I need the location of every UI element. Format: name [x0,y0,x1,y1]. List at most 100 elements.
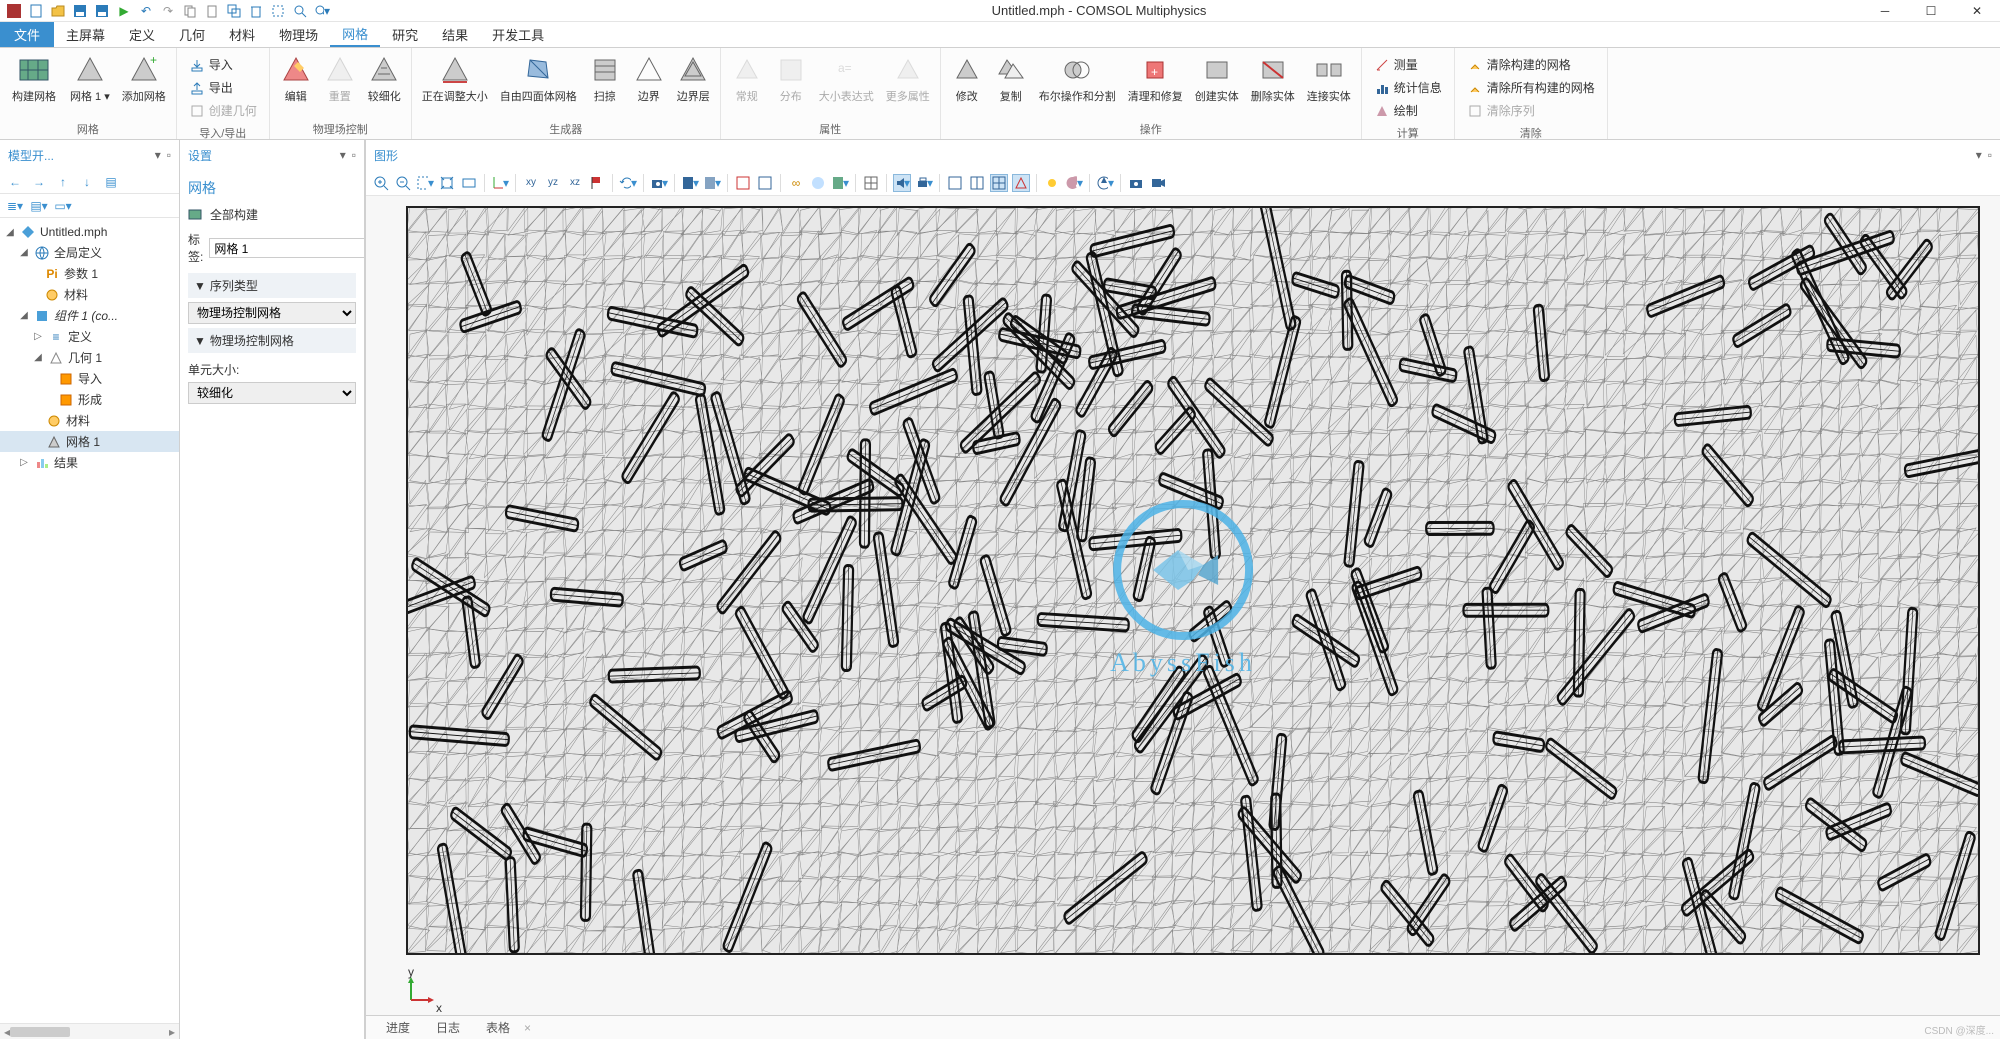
open-icon[interactable] [50,3,66,19]
yz-view-icon[interactable]: yz [544,174,562,192]
find-icon[interactable] [292,3,308,19]
menu-mesh[interactable]: 网格 [330,22,380,47]
aperture-icon[interactable]: ▾ [1096,174,1114,192]
clear-built-button[interactable]: 清除构建的网格 [1465,54,1597,75]
menu-materials[interactable]: 材料 [217,22,267,47]
boolean-button[interactable]: 布尔操作和分割 [1035,52,1120,106]
finer-button[interactable]: 较细化 [364,52,405,106]
paste-icon[interactable] [204,3,220,19]
collapse-icon[interactable]: ▤▾ [30,198,48,214]
connect-entity-button[interactable]: 连接实体 [1303,52,1355,106]
mesh1-dropdown[interactable]: 网格 1 ▾ [66,52,114,106]
size-expr-button[interactable]: a=大小表达式 [815,52,878,106]
edit-button[interactable]: 编辑 [276,52,316,106]
run-icon[interactable]: ▶ [116,3,132,19]
zoom-box-icon[interactable]: ▾ [416,174,434,192]
duplicate-icon[interactable] [226,3,242,19]
add-mesh-button[interactable]: +添加网格 [118,52,170,106]
tree-mesh[interactable]: 网格 1 [0,431,179,452]
undo-icon[interactable]: ↶ [138,3,154,19]
tab-log[interactable]: 日志 [424,1017,472,1038]
rotate-icon[interactable]: ▾ [619,174,637,192]
tri-icon[interactable] [1012,174,1030,192]
hide-icon[interactable] [756,174,774,192]
clip-icon[interactable] [734,174,752,192]
settings-menu-icon[interactable]: ▾ [340,148,346,162]
tree-hscroll[interactable]: ◂▸ [0,1023,179,1039]
grid2-icon[interactable] [968,174,986,192]
label-input[interactable] [209,238,364,258]
redo-icon[interactable]: ↷ [160,3,176,19]
zoom-dropdown-icon[interactable]: ▾ [314,3,330,19]
panel-menu-icon[interactable]: ▾ [155,148,161,162]
delete-icon[interactable] [248,3,264,19]
up-icon[interactable]: ↑ [54,174,72,190]
record-icon[interactable] [1149,174,1167,192]
gfx-menu-icon[interactable]: ▾ [1976,148,1982,162]
zoom-extent-icon[interactable] [438,174,456,192]
tree-comp[interactable]: ◢组件 1 (co... [0,305,179,326]
light-icon[interactable] [1043,174,1061,192]
tab-table[interactable]: 表格 [474,1017,522,1038]
expand-icon[interactable]: ≣▾ [6,198,24,214]
zoom-out-icon[interactable] [394,174,412,192]
graphics-canvas[interactable]: AbyssFish y x [366,196,2000,1015]
print-icon[interactable]: ▾ [915,174,933,192]
tree-materials[interactable]: 材料 [0,284,179,305]
create-entity-button[interactable]: 创建实体 [1191,52,1243,106]
tree-params[interactable]: Pi参数 1 [0,263,179,284]
tree-import[interactable]: 导入 [0,368,179,389]
new-icon[interactable] [28,3,44,19]
transparency-icon[interactable] [809,174,827,192]
import-button[interactable]: 导入 [187,54,259,75]
clear-all-button[interactable]: 清除所有构建的网格 [1465,77,1597,98]
show-icon[interactable]: ▤ [102,174,120,190]
back-icon[interactable]: ← [6,174,24,190]
elem-size-select[interactable]: 较细化 [188,382,356,404]
tree-global[interactable]: ◢全局定义 [0,242,179,263]
seq-type-section[interactable]: ▼序列类型 [188,273,356,298]
menu-devtools[interactable]: 开发工具 [480,22,556,47]
repair-button[interactable]: +清理和修复 [1124,52,1187,106]
build-all-button[interactable]: 全部构建 [188,202,356,227]
tree-geom[interactable]: ◢几何 1 [0,347,179,368]
menu-geometry[interactable]: 几何 [167,22,217,47]
menu-home[interactable]: 主屏幕 [54,22,117,47]
boundary-button[interactable]: 边界 [629,52,669,106]
flag-icon[interactable] [588,174,606,192]
zoom-sel-icon[interactable] [460,174,478,192]
create-geom-button[interactable]: 创建几何 [187,100,259,121]
sizing-button[interactable]: 正在调整大小 [418,52,492,106]
tree-results[interactable]: ▷结果 [0,452,179,473]
build-mesh-button[interactable]: 构建网格 [6,52,62,106]
stats-button[interactable]: 统计信息 [1372,77,1444,98]
save-icon[interactable] [72,3,88,19]
palette-icon[interactable]: ▾ [1065,174,1083,192]
more-props-button[interactable]: 更多属性 [882,52,934,106]
link-icon[interactable]: ∞ [787,174,805,192]
sound-icon[interactable]: ▾ [893,174,911,192]
copy-op-button[interactable]: 复制 [991,52,1031,106]
phys-mesh-section[interactable]: ▼物理场控制网格 [188,328,356,353]
file-menu[interactable]: 文件 [0,22,54,47]
zoom-in-icon[interactable] [372,174,390,192]
select-domain-icon[interactable]: ▾ [703,174,721,192]
save-as-icon[interactable] [94,3,110,19]
xy-view-icon[interactable]: xy [522,174,540,192]
tree-def[interactable]: ▷≡定义 [0,326,179,347]
delete-entity-button[interactable]: 删除实体 [1247,52,1299,106]
grid3-icon[interactable] [990,174,1008,192]
down-icon[interactable]: ↓ [78,174,96,190]
plot-button[interactable]: 绘制 [1372,100,1444,121]
menu-physics[interactable]: 物理场 [267,22,330,47]
freetet-button[interactable]: 自由四面体网格 [496,52,581,106]
tree-form[interactable]: 形成 [0,389,179,410]
settings-pin-icon[interactable]: ▫ [352,148,356,162]
tree-mat2[interactable]: 材料 [0,410,179,431]
boundary-layer-button[interactable]: 边界层 [673,52,714,106]
seq-type-select[interactable]: 物理场控制网格 [188,302,356,324]
select-mode-icon[interactable]: ▾ [681,174,699,192]
model-tree[interactable]: ◢Untitled.mph ◢全局定义 Pi参数 1 材料 ◢组件 1 (co.… [0,218,179,1023]
tab-close-icon[interactable]: × [524,1021,531,1035]
clear-seq-button[interactable]: 清除序列 [1465,100,1597,121]
